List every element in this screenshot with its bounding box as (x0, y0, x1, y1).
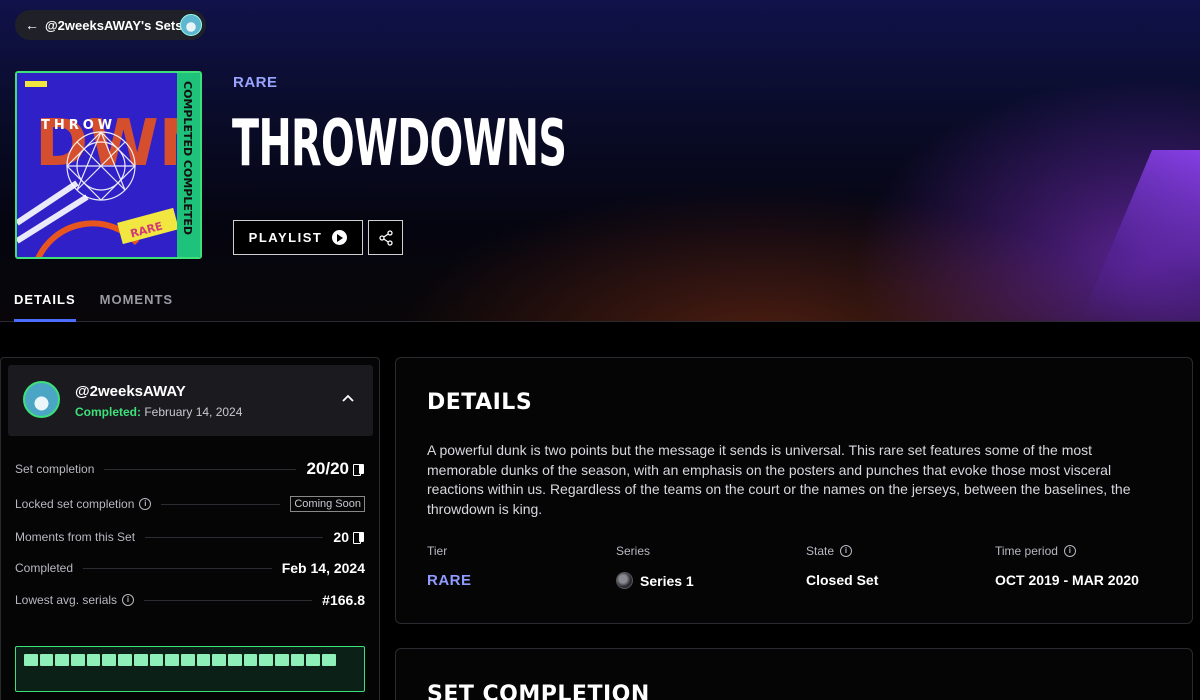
progress-cell (39, 654, 54, 666)
progress-cell (118, 654, 132, 666)
share-icon (378, 229, 393, 246)
progress-cell (212, 654, 226, 666)
progress-cell (133, 654, 148, 666)
art-word: THROW (41, 118, 116, 133)
stat-value: #166.8 (322, 592, 365, 608)
meta-tier: Tier RARE (427, 544, 472, 589)
set-completion-heading: SET COMPLETION (427, 682, 650, 700)
stat-label: Locked set completion i (15, 497, 152, 511)
progress-cell (102, 654, 117, 666)
info-icon[interactable]: i (139, 498, 152, 510)
stat-value: 20/20 (306, 459, 365, 479)
info-icon[interactable]: i (1063, 545, 1076, 557)
collector-panel: @2weeksAWAY Completed: February 14, 2024… (0, 357, 380, 700)
progress-cell (196, 654, 211, 666)
completed-date: February 14, 2024 (144, 405, 243, 419)
stat-moments: Moments from this Set 20 (15, 527, 365, 547)
meta-label: Time period i (995, 544, 1139, 558)
series-icon (616, 572, 633, 589)
playlist-button[interactable]: PLAYLIST (233, 220, 363, 255)
meta-value-series[interactable]: Series 1 (616, 572, 694, 589)
progress-cell (86, 654, 101, 666)
completed-label: Completed: (75, 405, 141, 419)
stat-lowest-serials: Lowest avg. serials i #166.8 (15, 590, 365, 610)
stat-label: Moments from this Set (15, 530, 136, 544)
meta-state: State i Closed Set (806, 544, 878, 588)
info-icon[interactable]: i (122, 594, 135, 606)
set-description: A powerful dunk is two points but the me… (427, 442, 1131, 517)
stat-value: 20 (333, 529, 365, 545)
progress-cell (165, 654, 179, 666)
stat-divider (144, 599, 313, 601)
progress-cell (290, 654, 305, 666)
moments-card-icon (353, 463, 365, 476)
progress-cell (275, 654, 289, 666)
progress-cell (180, 654, 195, 666)
details-panel: DETAILS A powerful dunk is two points bu… (395, 357, 1193, 624)
meta-time-period: Time period i OCT 2019 - MAR 2020 (995, 544, 1139, 588)
progress-cell (55, 654, 70, 666)
meta-series: Series Series 1 (616, 544, 694, 589)
set-title: THROWDOWNS (232, 107, 567, 181)
coming-soon-badge: Coming Soon (290, 496, 365, 512)
set-tier: RARE (233, 74, 278, 91)
meta-label: State i (806, 544, 878, 558)
owner-name: @2weeksAWAY (75, 383, 186, 400)
progress-cell (259, 654, 273, 666)
stat-divider (161, 503, 281, 505)
user-avatar-small (180, 14, 202, 36)
progress-cell (71, 654, 85, 666)
meta-label: Tier (427, 544, 448, 558)
meta-value-state: Closed Set (806, 572, 879, 588)
stat-label: Lowest avg. serials i (15, 593, 135, 607)
set-artwork: DWN THROW RARE COMPLETED COMPLETED (15, 71, 202, 259)
progress-cell (227, 654, 242, 666)
stat-divider (104, 468, 297, 470)
tab-details[interactable]: DETAILS (14, 292, 76, 322)
details-heading: DETAILS (427, 390, 533, 415)
owner-completed: Completed: February 14, 2024 (75, 405, 242, 419)
back-to-sets-button[interactable]: ← @2weeksAWAY's Sets (15, 10, 206, 40)
tab-moments[interactable]: MOMENTS (100, 292, 173, 322)
stat-value: Feb 14, 2024 (281, 560, 365, 576)
info-icon[interactable]: i (840, 545, 853, 557)
meta-value-time-period: OCT 2019 - MAR 2020 (995, 572, 1139, 588)
set-completion-panel: SET COMPLETION (395, 648, 1193, 700)
owner-avatar (23, 381, 60, 418)
completion-progress-grid (15, 646, 365, 692)
stat-locked-completion: Locked set completion i Coming Soon (15, 494, 365, 514)
progress-cell (24, 654, 38, 666)
back-label: @2weeksAWAY's Sets (45, 17, 183, 33)
stat-label: Set completion (15, 462, 95, 476)
stat-value: Coming Soon (290, 496, 365, 512)
stat-divider (145, 536, 324, 538)
progress-cell (306, 654, 321, 666)
stat-completed: Completed Feb 14, 2024 (15, 558, 365, 578)
hero-divider (0, 321, 1200, 322)
meta-value-tier[interactable]: RARE (427, 572, 472, 589)
stat-set-completion: Set completion 20/20 (15, 459, 365, 479)
art-side-text: COMPLETED COMPLETED (181, 81, 194, 235)
moments-card-icon (353, 531, 365, 544)
stat-label: Completed (15, 561, 74, 575)
back-arrow-icon: ← (25, 17, 39, 33)
tab-bar: DETAILS MOMENTS (14, 292, 173, 322)
play-icon (332, 230, 348, 245)
meta-label: Series (616, 544, 651, 558)
progress-cell (322, 654, 336, 666)
chevron-up-icon[interactable] (341, 391, 355, 405)
owner-card[interactable]: @2weeksAWAY Completed: February 14, 2024 (8, 365, 373, 436)
playlist-label: PLAYLIST (248, 230, 323, 245)
progress-cell (243, 654, 258, 666)
progress-cell (149, 654, 164, 666)
share-button[interactable] (368, 220, 403, 255)
stat-divider (83, 567, 272, 569)
page: ← @2weeksAWAY's Sets DWN THROW RARE COMP… (0, 0, 1200, 700)
